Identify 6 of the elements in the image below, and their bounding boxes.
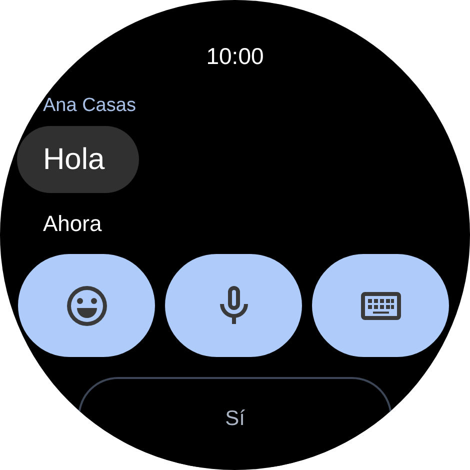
message-timestamp: Ahora	[43, 210, 102, 238]
clock-time: 10:00	[206, 42, 264, 70]
sender-name: Ana Casas	[43, 94, 136, 118]
quick-reply-button[interactable]: Sí	[78, 377, 392, 467]
message-bubble: Hola	[17, 126, 139, 193]
keyboard-input-button[interactable]	[312, 254, 449, 357]
